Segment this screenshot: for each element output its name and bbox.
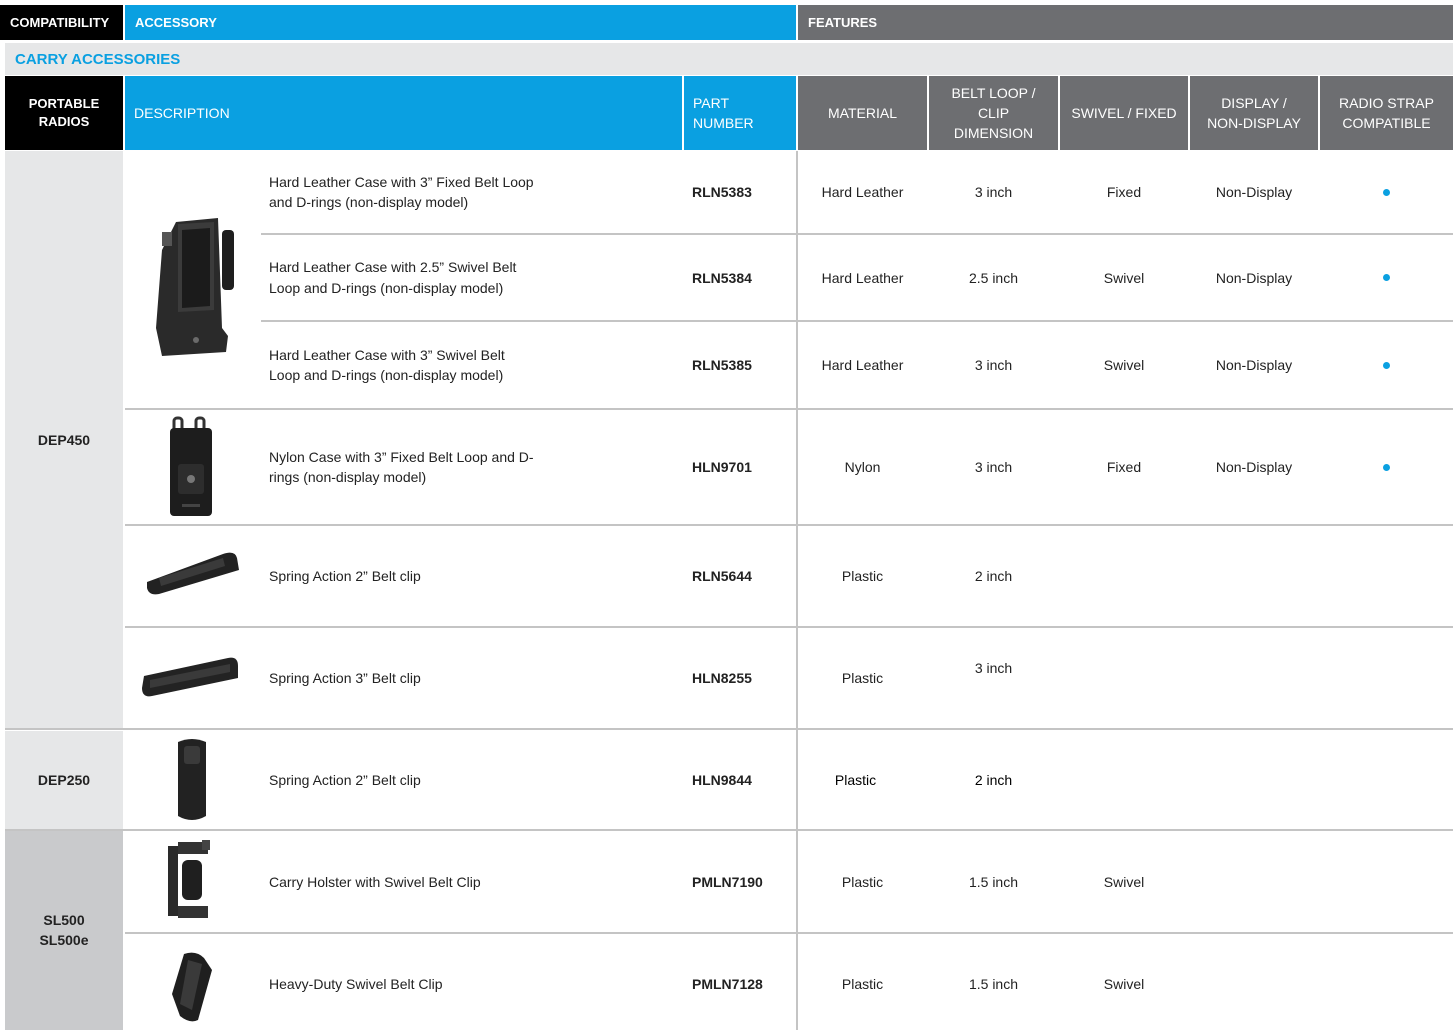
row-description: Spring Action 2” Belt clip [269,568,421,584]
row-display: Non-Display [1215,459,1293,475]
row-dimension: 3 inch [974,184,1013,200]
section-title: CARRY ACCESSORIES [5,43,1453,75]
radio-group-label: DEP450 [37,432,91,448]
row-swivel: Fixed [1106,459,1142,475]
row-part-number: RLN5384 [692,269,752,286]
row-strap [1320,410,1453,524]
radio-group-label: SL500 SL500e [39,911,89,948]
table-row: Nylon Case with 3” Fixed Belt Loop and D… [261,410,1453,524]
row-material: Plastic [841,873,884,890]
row-strap [1320,151,1453,233]
row-description: Spring Action 3” Belt clip [269,670,421,686]
accessory-header: ACCESSORY [125,5,796,40]
row-part-number: HLN9844 [692,771,752,788]
table-row: Heavy-Duty Swivel Belt Clip PMLN7128 Pla… [261,934,1453,1030]
row-description: Hard Leather Case with 2.5” Swivel Belt … [269,259,517,296]
heavy-duty-clip-image [172,952,212,1022]
row-dimension: 3 inch [974,459,1013,475]
row-material: Plastic [841,568,884,584]
row-swivel: Swivel [1103,269,1145,286]
row-material: Plastic [841,976,884,992]
table-row: Spring Action 2” Belt clip RLN5644 Plast… [261,526,1453,626]
row-description: Carry Holster with Swivel Belt Clip [269,873,481,890]
carry-holster-image [168,840,210,918]
belt-clip-2-image [147,552,239,595]
row-dimension: 3 inch [974,357,1013,373]
row-material: Plastic [834,771,877,788]
radio-strap-header: RADIO STRAP COMPATIBLE [1320,76,1453,150]
row-display: Non-Display [1215,184,1293,200]
row-material: Hard Leather [821,357,904,373]
features-header: FEATURES [798,5,1453,40]
row-description: Hard Leather Case with 3” Swivel Belt Lo… [269,346,505,383]
belt-clip-3-image [142,657,238,697]
table-row: Hard Leather Case with 3” Swivel Belt Lo… [261,322,1453,408]
row-dimension: 2 inch [974,771,1013,788]
strap-compatible-dot [1383,463,1390,471]
radio-group-label: DEP250 [37,772,91,788]
table-row: Spring Action 2” Belt clip HLN9844 Plast… [261,730,1453,829]
material-header: MATERIAL [798,76,927,150]
row-material: Nylon [844,459,881,475]
radio-group-sl500: SL500 SL500e [5,831,123,1030]
row-material: Plastic [841,670,884,686]
row-material: Hard Leather [821,269,904,286]
description-header: DESCRIPTION [125,76,682,150]
strap-compatible-dot [1383,274,1390,281]
row-part-number: RLN5644 [692,568,752,584]
table-row: Hard Leather Case with 3” Fixed Belt Loo… [261,151,1453,233]
swivel-header: SWIVEL / FIXED [1060,76,1188,150]
radio-group-dep450: DEP450 [5,151,123,729]
row-material: Hard Leather [821,184,904,200]
row-part-number: RLN5385 [692,357,752,373]
row-swivel: Swivel [1103,873,1145,890]
table-row: Carry Holster with Swivel Belt Clip PMLN… [261,831,1453,932]
row-description: Nylon Case with 3” Fixed Belt Loop and D… [269,448,534,485]
row-description: Hard Leather Case with 3” Fixed Belt Loo… [269,173,534,210]
compatibility-header: COMPATIBILITY [0,5,123,40]
belt-loop-header: BELT LOOP / CLIP DIMENSION [929,76,1058,150]
display-header: DISPLAY / NON-DISPLAY [1190,76,1318,150]
part-number-header: PART NUMBER [684,76,796,150]
portable-radios-header: PORTABLE RADIOS [5,76,123,150]
row-description: Heavy-Duty Swivel Belt Clip [269,976,443,992]
row-dimension: 3 inch [974,660,1013,676]
leather-case-image [156,218,234,356]
row-part-number: PMLN7128 [692,976,763,992]
strap-compatible-dot [1383,188,1390,196]
row-swivel: Fixed [1106,184,1142,200]
row-dimension: 1.5 inch [968,873,1019,890]
row-strap [1320,322,1453,408]
row-part-number: HLN9701 [692,459,752,475]
row-strap [1320,235,1453,320]
row-display: Non-Display [1215,269,1293,286]
strap-compatible-dot [1383,361,1390,369]
row-dimension: 2.5 inch [968,269,1019,286]
row-description: Spring Action 2” Belt clip [269,771,421,788]
row-display: Non-Display [1215,357,1293,373]
row-part-number: HLN8255 [692,670,752,686]
row-swivel: Swivel [1103,357,1145,373]
belt-clip-vertical-image [178,739,206,820]
row-dimension: 1.5 inch [968,976,1019,992]
nylon-case-image [170,416,212,516]
row-part-number: PMLN7190 [692,873,763,890]
table-row: Hard Leather Case with 2.5” Swivel Belt … [261,235,1453,320]
radio-group-dep250: DEP250 [5,731,123,829]
row-part-number: RLN5383 [692,184,752,200]
table-row: Spring Action 3” Belt clip HLN8255 Plast… [261,628,1453,728]
row-swivel: Swivel [1103,976,1145,992]
row-dimension: 2 inch [974,568,1013,584]
